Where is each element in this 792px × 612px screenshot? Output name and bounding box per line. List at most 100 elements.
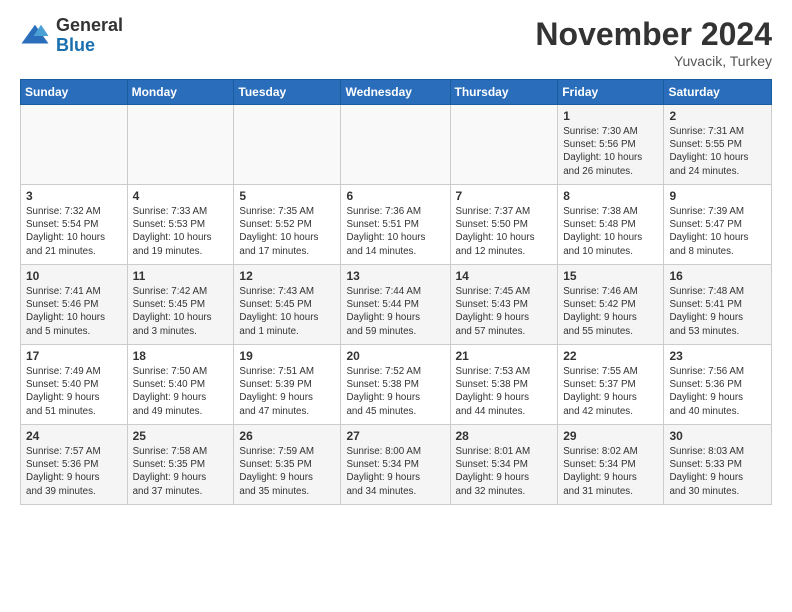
day-info: Sunrise: 7:49 AM Sunset: 5:40 PM Dayligh…: [26, 365, 122, 418]
day-info: Sunrise: 7:48 AM Sunset: 5:41 PM Dayligh…: [669, 285, 766, 338]
day-number: 30: [669, 429, 766, 443]
weekday-header: Friday: [558, 80, 664, 105]
calendar-cell: 17 Sunrise: 7:49 AM Sunset: 5:40 PM Dayli…: [21, 345, 128, 425]
day-info: Sunrise: 7:43 AM Sunset: 5:45 PM Dayligh…: [239, 285, 335, 338]
day-number: 16: [669, 269, 766, 283]
weekday-header: Saturday: [664, 80, 772, 105]
day-info: Sunrise: 7:44 AM Sunset: 5:44 PM Dayligh…: [346, 285, 444, 338]
day-info: Sunrise: 7:56 AM Sunset: 5:36 PM Dayligh…: [669, 365, 766, 418]
calendar-cell: 12 Sunrise: 7:43 AM Sunset: 5:45 PM Dayli…: [234, 265, 341, 345]
logo-general: General: [56, 16, 123, 36]
page: General Blue November 2024 Yuvacik, Turk…: [0, 0, 792, 515]
calendar-cell: 24 Sunrise: 7:57 AM Sunset: 5:36 PM Dayli…: [21, 425, 128, 505]
calendar-cell: [127, 105, 234, 185]
day-info: Sunrise: 7:36 AM Sunset: 5:51 PM Dayligh…: [346, 205, 444, 258]
day-info: Sunrise: 7:33 AM Sunset: 5:53 PM Dayligh…: [133, 205, 229, 258]
day-number: 19: [239, 349, 335, 363]
calendar-cell: [341, 105, 450, 185]
day-number: 26: [239, 429, 335, 443]
calendar-cell: [21, 105, 128, 185]
weekday-header: Wednesday: [341, 80, 450, 105]
day-info: Sunrise: 8:01 AM Sunset: 5:34 PM Dayligh…: [456, 445, 553, 498]
logo-blue: Blue: [56, 36, 123, 56]
title-block: November 2024 Yuvacik, Turkey: [535, 16, 772, 69]
day-number: 24: [26, 429, 122, 443]
calendar: SundayMondayTuesdayWednesdayThursdayFrid…: [20, 79, 772, 505]
day-number: 29: [563, 429, 658, 443]
day-number: 18: [133, 349, 229, 363]
day-number: 8: [563, 189, 658, 203]
month-year: November 2024: [535, 16, 772, 53]
calendar-cell: 16 Sunrise: 7:48 AM Sunset: 5:41 PM Dayli…: [664, 265, 772, 345]
day-number: 23: [669, 349, 766, 363]
day-info: Sunrise: 7:38 AM Sunset: 5:48 PM Dayligh…: [563, 205, 658, 258]
calendar-cell: 7Sunrise: 7:37 AM Sunset: 5:50 PM Daylig…: [450, 185, 558, 265]
day-info: Sunrise: 7:31 AM Sunset: 5:55 PM Dayligh…: [669, 125, 766, 178]
calendar-cell: 3Sunrise: 7:32 AM Sunset: 5:54 PM Daylig…: [21, 185, 128, 265]
calendar-cell: [234, 105, 341, 185]
location: Yuvacik, Turkey: [535, 53, 772, 69]
calendar-cell: 14Sunrise: 7:45 AM Sunset: 5:43 PM Dayli…: [450, 265, 558, 345]
calendar-cell: 29Sunrise: 8:02 AM Sunset: 5:34 PM Dayli…: [558, 425, 664, 505]
weekday-header: Tuesday: [234, 80, 341, 105]
calendar-cell: 2 Sunrise: 7:31 AM Sunset: 5:55 PM Daylig…: [664, 105, 772, 185]
day-number: 25: [133, 429, 229, 443]
day-info: Sunrise: 7:39 AM Sunset: 5:47 PM Dayligh…: [669, 205, 766, 258]
day-info: Sunrise: 7:35 AM Sunset: 5:52 PM Dayligh…: [239, 205, 335, 258]
weekday-row: SundayMondayTuesdayWednesdayThursdayFrid…: [21, 80, 772, 105]
calendar-cell: 19Sunrise: 7:51 AM Sunset: 5:39 PM Dayli…: [234, 345, 341, 425]
calendar-cell: 26 Sunrise: 7:59 AM Sunset: 5:35 PM Dayli…: [234, 425, 341, 505]
day-info: Sunrise: 7:58 AM Sunset: 5:35 PM Dayligh…: [133, 445, 229, 498]
calendar-cell: 20 Sunrise: 7:52 AM Sunset: 5:38 PM Dayli…: [341, 345, 450, 425]
day-number: 3: [26, 189, 122, 203]
day-info: Sunrise: 7:46 AM Sunset: 5:42 PM Dayligh…: [563, 285, 658, 338]
day-number: 27: [346, 429, 444, 443]
calendar-cell: 5Sunrise: 7:35 AM Sunset: 5:52 PM Daylig…: [234, 185, 341, 265]
day-number: 10: [26, 269, 122, 283]
day-number: 4: [133, 189, 229, 203]
calendar-cell: [450, 105, 558, 185]
calendar-cell: 22Sunrise: 7:55 AM Sunset: 5:37 PM Dayli…: [558, 345, 664, 425]
day-number: 6: [346, 189, 444, 203]
calendar-body: 1 Sunrise: 7:30 AM Sunset: 5:56 PM Daylig…: [21, 105, 772, 505]
day-info: Sunrise: 7:41 AM Sunset: 5:46 PM Dayligh…: [26, 285, 122, 338]
day-info: Sunrise: 7:37 AM Sunset: 5:50 PM Dayligh…: [456, 205, 553, 258]
calendar-cell: 9Sunrise: 7:39 AM Sunset: 5:47 PM Daylig…: [664, 185, 772, 265]
calendar-week: 17 Sunrise: 7:49 AM Sunset: 5:40 PM Dayli…: [21, 345, 772, 425]
calendar-cell: 18Sunrise: 7:50 AM Sunset: 5:40 PM Dayli…: [127, 345, 234, 425]
day-info: Sunrise: 8:03 AM Sunset: 5:33 PM Dayligh…: [669, 445, 766, 498]
calendar-cell: 6 Sunrise: 7:36 AM Sunset: 5:51 PM Daylig…: [341, 185, 450, 265]
day-number: 2: [669, 109, 766, 123]
weekday-header: Thursday: [450, 80, 558, 105]
calendar-cell: 8 Sunrise: 7:38 AM Sunset: 5:48 PM Daylig…: [558, 185, 664, 265]
weekday-header: Sunday: [21, 80, 128, 105]
calendar-cell: 30 Sunrise: 8:03 AM Sunset: 5:33 PM Dayli…: [664, 425, 772, 505]
day-number: 21: [456, 349, 553, 363]
header: General Blue November 2024 Yuvacik, Turk…: [20, 16, 772, 69]
calendar-week: 1 Sunrise: 7:30 AM Sunset: 5:56 PM Daylig…: [21, 105, 772, 185]
day-info: Sunrise: 7:30 AM Sunset: 5:56 PM Dayligh…: [563, 125, 658, 178]
day-number: 1: [563, 109, 658, 123]
calendar-cell: 21 Sunrise: 7:53 AM Sunset: 5:38 PM Dayli…: [450, 345, 558, 425]
day-number: 17: [26, 349, 122, 363]
calendar-cell: 25 Sunrise: 7:58 AM Sunset: 5:35 PM Dayli…: [127, 425, 234, 505]
day-info: Sunrise: 7:57 AM Sunset: 5:36 PM Dayligh…: [26, 445, 122, 498]
calendar-week: 10 Sunrise: 7:41 AM Sunset: 5:46 PM Dayli…: [21, 265, 772, 345]
calendar-cell: 28Sunrise: 8:01 AM Sunset: 5:34 PM Dayli…: [450, 425, 558, 505]
calendar-cell: 4 Sunrise: 7:33 AM Sunset: 5:53 PM Daylig…: [127, 185, 234, 265]
calendar-cell: 10 Sunrise: 7:41 AM Sunset: 5:46 PM Dayli…: [21, 265, 128, 345]
calendar-week: 24 Sunrise: 7:57 AM Sunset: 5:36 PM Dayli…: [21, 425, 772, 505]
day-number: 20: [346, 349, 444, 363]
calendar-cell: 1 Sunrise: 7:30 AM Sunset: 5:56 PM Daylig…: [558, 105, 664, 185]
day-info: Sunrise: 8:00 AM Sunset: 5:34 PM Dayligh…: [346, 445, 444, 498]
day-number: 13: [346, 269, 444, 283]
logo-text: General Blue: [56, 16, 123, 56]
day-info: Sunrise: 7:53 AM Sunset: 5:38 PM Dayligh…: [456, 365, 553, 418]
day-number: 12: [239, 269, 335, 283]
logo-icon: [20, 21, 50, 51]
calendar-week: 3Sunrise: 7:32 AM Sunset: 5:54 PM Daylig…: [21, 185, 772, 265]
day-number: 22: [563, 349, 658, 363]
day-info: Sunrise: 7:59 AM Sunset: 5:35 PM Dayligh…: [239, 445, 335, 498]
day-info: Sunrise: 7:52 AM Sunset: 5:38 PM Dayligh…: [346, 365, 444, 418]
calendar-header: SundayMondayTuesdayWednesdayThursdayFrid…: [21, 80, 772, 105]
